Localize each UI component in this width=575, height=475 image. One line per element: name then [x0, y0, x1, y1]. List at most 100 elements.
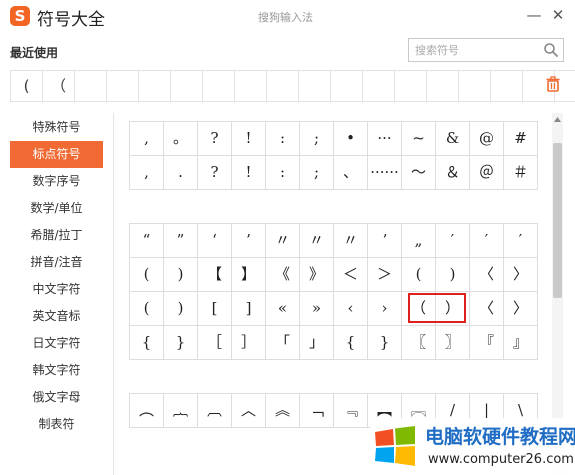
close-button[interactable]: ✕	[547, 4, 569, 26]
symbol-cell[interactable]: {	[334, 326, 368, 360]
recent-symbol-cell[interactable]	[426, 70, 459, 102]
symbol-cell[interactable]: 。	[164, 122, 198, 156]
search-input[interactable]	[415, 42, 535, 58]
symbol-cell[interactable]: 〉	[504, 292, 538, 326]
symbol-cell[interactable]: )	[164, 292, 198, 326]
symbol-cell[interactable]: 『	[470, 326, 504, 360]
sidebar-item[interactable]: 英文音标	[10, 303, 103, 330]
recent-symbol-cell[interactable]	[362, 70, 395, 102]
symbol-cell[interactable]: 〖	[402, 326, 436, 360]
symbol-cell[interactable]: ︷	[164, 394, 198, 428]
sidebar-item[interactable]: 日文字符	[10, 330, 103, 357]
sidebar-item[interactable]: 拼音/注音	[10, 249, 103, 276]
symbol-cell[interactable]: )	[164, 258, 198, 292]
symbol-cell[interactable]: 〈	[470, 258, 504, 292]
symbol-cell[interactable]: ,	[130, 122, 164, 156]
symbol-cell[interactable]: (	[402, 258, 436, 292]
search-icon[interactable]	[543, 42, 559, 58]
recent-symbol-cell[interactable]	[202, 70, 235, 102]
symbol-cell[interactable]: 〃	[266, 224, 300, 258]
symbol-cell[interactable]: ?	[198, 122, 232, 156]
symbol-cell[interactable]: »	[300, 292, 334, 326]
recent-symbol-cell[interactable]	[74, 70, 107, 102]
symbol-cell[interactable]: (	[130, 292, 164, 326]
symbol-cell[interactable]: ～	[402, 156, 436, 190]
recent-symbol-cell[interactable]	[138, 70, 171, 102]
search-box[interactable]	[408, 38, 564, 62]
symbol-cell[interactable]: ︹	[198, 394, 232, 428]
symbol-cell[interactable]: ;	[300, 156, 334, 190]
symbol-cell[interactable]: ,	[130, 156, 164, 190]
symbol-cell[interactable]: (	[130, 258, 164, 292]
symbol-cell[interactable]: 〉	[504, 258, 538, 292]
symbol-cell[interactable]: ︵	[130, 394, 164, 428]
symbol-cell[interactable]: @	[470, 122, 504, 156]
symbol-cell[interactable]: ?	[198, 156, 232, 190]
symbol-cell[interactable]: ”	[164, 224, 198, 258]
sidebar-item[interactable]: 数学/单位	[10, 195, 103, 222]
recent-symbol-cell[interactable]	[170, 70, 203, 102]
recent-symbol-cell[interactable]	[490, 70, 523, 102]
symbol-cell[interactable]: )	[436, 258, 470, 292]
symbol-cell[interactable]: ′	[504, 224, 538, 258]
symbol-cell[interactable]: 〃	[300, 224, 334, 258]
symbol-cell[interactable]: [	[198, 292, 232, 326]
symbol-cell[interactable]: „	[402, 224, 436, 258]
recent-symbol-cell[interactable]	[298, 70, 331, 102]
symbol-cell[interactable]: «	[266, 292, 300, 326]
symbol-cell[interactable]: 》	[300, 258, 334, 292]
symbol-cell[interactable]: 、	[334, 156, 368, 190]
symbol-cell[interactable]: ﹃	[334, 394, 368, 428]
symbol-cell[interactable]: :	[266, 156, 300, 190]
symbol-cell[interactable]: ]	[232, 292, 266, 326]
symbol-cell[interactable]: ＞	[368, 258, 402, 292]
recent-symbol-cell[interactable]: (	[10, 70, 43, 102]
scrollbar-thumb[interactable]	[553, 143, 562, 298]
symbol-cell[interactable]: ′	[436, 224, 470, 258]
sidebar-item[interactable]: 标点符号	[10, 141, 103, 168]
sidebar-item[interactable]: 俄文字母	[10, 384, 103, 411]
symbol-cell[interactable]: ′	[470, 224, 504, 258]
symbol-cell[interactable]: 〗	[436, 326, 470, 360]
sidebar-item[interactable]: 制表符	[10, 411, 103, 438]
symbol-cell[interactable]: ＜	[334, 258, 368, 292]
recent-symbol-cell[interactable]	[106, 70, 139, 102]
symbol-cell[interactable]: ;	[300, 122, 334, 156]
symbol-cell[interactable]: 〈	[470, 292, 504, 326]
symbol-cell[interactable]: “	[130, 224, 164, 258]
symbol-cell[interactable]: !	[232, 122, 266, 156]
symbol-cell[interactable]: .	[164, 156, 198, 190]
symbol-cell[interactable]: {	[130, 326, 164, 360]
symbol-cell[interactable]: ›	[368, 292, 402, 326]
symbol-cell[interactable]: :	[266, 122, 300, 156]
symbol-cell[interactable]: ］	[232, 326, 266, 360]
symbol-cell[interactable]: 】	[232, 258, 266, 292]
symbol-cell[interactable]: ＠	[470, 156, 504, 190]
symbol-cell[interactable]: }	[368, 326, 402, 360]
symbol-cell[interactable]: ︽	[266, 394, 300, 428]
trash-icon[interactable]	[545, 76, 561, 92]
scroll-up-arrow-icon[interactable]	[552, 115, 563, 124]
symbol-cell[interactable]: ···	[368, 122, 402, 156]
recent-symbol-cell[interactable]	[330, 70, 363, 102]
symbol-cell[interactable]: 〃	[334, 224, 368, 258]
symbol-cell[interactable]: ﹁	[300, 394, 334, 428]
symbol-cell[interactable]: ）	[436, 292, 470, 326]
recent-symbol-cell[interactable]: （	[42, 70, 75, 102]
symbol-cell[interactable]: 』	[504, 326, 538, 360]
symbol-cell[interactable]: ‹	[334, 292, 368, 326]
symbol-cell[interactable]: &	[436, 122, 470, 156]
symbol-cell[interactable]: 《	[266, 258, 300, 292]
symbol-cell[interactable]: 「	[266, 326, 300, 360]
symbol-cell[interactable]: ~	[402, 122, 436, 156]
symbol-cell[interactable]: （	[402, 292, 436, 326]
symbol-cell[interactable]: ‘	[198, 224, 232, 258]
sidebar-item[interactable]: 韩文字符	[10, 357, 103, 384]
symbol-cell[interactable]: 【	[198, 258, 232, 292]
symbol-cell[interactable]: ＃	[504, 156, 538, 190]
recent-symbol-cell[interactable]	[234, 70, 267, 102]
symbol-cell[interactable]: ʼ	[368, 224, 402, 258]
recent-symbol-cell[interactable]	[394, 70, 427, 102]
recent-symbol-cell[interactable]	[266, 70, 299, 102]
symbol-cell[interactable]: #	[504, 122, 538, 156]
